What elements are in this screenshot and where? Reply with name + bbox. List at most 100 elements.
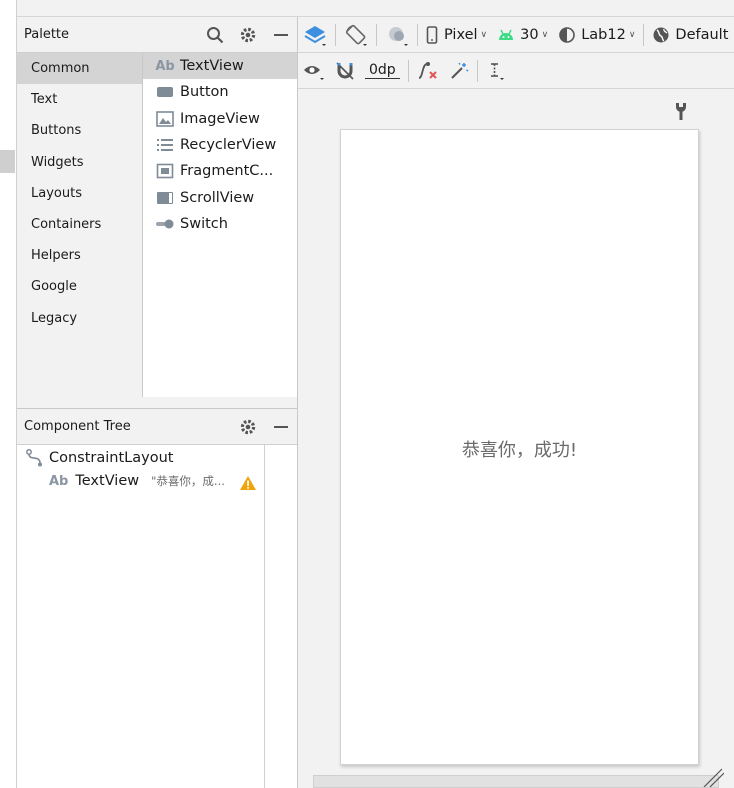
category-common[interactable]: Common [17, 53, 142, 85]
gear-icon[interactable] [231, 418, 264, 436]
autoconnect-toggle[interactable] [330, 53, 360, 88]
tree-node-label: TextView [75, 473, 140, 489]
magic-wand-icon [449, 61, 469, 81]
widget-button[interactable]: Button [143, 79, 297, 105]
widget-label: Button [180, 84, 229, 101]
fragment-icon [155, 163, 175, 179]
palette-widgets: Ab TextView Button ImageView RecyclerVie… [143, 53, 297, 397]
component-tree-divider [264, 445, 265, 788]
left-tool-strip [0, 0, 17, 788]
wrench-icon[interactable] [674, 101, 688, 121]
palette-title: Palette [24, 27, 70, 42]
clear-constraints-button[interactable] [412, 53, 444, 88]
toolbar-separator [417, 23, 418, 46]
category-google[interactable]: Google [17, 271, 142, 302]
orientation-button[interactable] [339, 17, 373, 52]
layers-icon [303, 23, 327, 47]
design-surface-button[interactable] [298, 17, 332, 52]
category-label: Containers [31, 217, 102, 233]
category-layouts[interactable]: Layouts [17, 178, 142, 209]
clear-constraints-icon [417, 61, 439, 81]
view-options-button[interactable] [298, 53, 330, 88]
component-tree-header: Component Tree [17, 409, 297, 445]
search-icon[interactable] [198, 26, 231, 44]
category-label: Layouts [31, 185, 82, 201]
locale-label: Default [675, 26, 729, 43]
warning-icon[interactable] [239, 475, 257, 491]
category-containers[interactable]: Containers [17, 209, 142, 240]
night-mode-button[interactable] [380, 17, 414, 52]
widget-imageview[interactable]: ImageView [143, 106, 297, 132]
component-tree-title: Component Tree [24, 419, 131, 434]
night-mode-icon [385, 23, 409, 47]
tree-node-text-value: "恭喜你，成... [151, 474, 225, 488]
category-label: Common [31, 61, 90, 77]
android-studio-layout-editor: Palette Common Text Buttons Widgets Layo… [0, 0, 734, 788]
device-preview[interactable]: 恭喜你，成功! [340, 129, 699, 765]
theme-label: Lab12 [581, 26, 626, 43]
minimize-icon[interactable] [264, 419, 297, 435]
palette-panel: Palette Common Text Buttons Widgets Layo… [17, 17, 298, 408]
margin-label: 0dp [365, 62, 400, 79]
horizontal-scrollbar[interactable] [313, 775, 719, 788]
design-toolbar: Pixel ∨ 30 ∨ Lab12 ∨ Default [298, 17, 734, 53]
api-level-label: 30 [520, 26, 539, 43]
category-text[interactable]: Text [17, 84, 142, 115]
palette-header: Palette [17, 17, 297, 53]
image-icon [155, 110, 175, 127]
widget-label: RecyclerView [180, 137, 277, 154]
toolbar-separator [407, 59, 409, 82]
magnet-off-icon [335, 61, 355, 81]
widget-label: TextView [180, 58, 244, 75]
widget-label: ImageView [180, 110, 260, 127]
theme-selector[interactable]: Lab12 ∨ [553, 17, 640, 52]
infer-constraints-button[interactable] [444, 53, 474, 88]
palette-categories: Common Text Buttons Widgets Layouts Cont… [17, 53, 143, 397]
toolbar-separator [335, 23, 336, 46]
category-label: Helpers [31, 248, 81, 264]
toolbar-separator [643, 23, 645, 46]
scroll-icon [155, 190, 175, 206]
android-icon [497, 28, 515, 42]
layout-toolbar: 0dp [298, 53, 734, 89]
api-level-selector[interactable]: 30 ∨ [492, 17, 553, 52]
widget-label: Switch [180, 215, 228, 232]
default-margin-selector[interactable]: 0dp [360, 53, 405, 88]
device-selector[interactable]: Pixel ∨ [421, 17, 492, 52]
guidelines-button[interactable] [481, 53, 511, 88]
tree-node-textview[interactable]: Ab TextView "恭喜你，成... [49, 473, 263, 491]
palette-body: Common Text Buttons Widgets Layouts Cont… [17, 53, 297, 397]
chevron-down-icon: ∨ [480, 29, 488, 40]
category-legacy[interactable]: Legacy [17, 303, 142, 334]
widget-switch[interactable]: Switch [143, 211, 297, 237]
tree-node-label: ConstraintLayout [49, 450, 174, 466]
category-buttons[interactable]: Buttons [17, 115, 142, 146]
widget-recyclerview[interactable]: RecyclerView [143, 132, 297, 158]
chevron-down-icon: ∨ [628, 29, 636, 40]
category-helpers[interactable]: Helpers [17, 240, 142, 271]
tree-node-constraintlayout[interactable]: ConstraintLayout [26, 449, 173, 467]
device-label: Pixel [444, 26, 478, 43]
widget-scrollview[interactable]: ScrollView [143, 184, 297, 210]
category-label: Google [31, 279, 77, 295]
category-label: Legacy [31, 310, 78, 326]
editor-tab-strip [17, 0, 734, 17]
widget-fragmentcontainer[interactable]: FragmentC... [143, 158, 297, 184]
ab-text-icon: Ab [49, 473, 69, 489]
preview-textview[interactable]: 恭喜你，成功! [341, 436, 698, 462]
gear-icon[interactable] [231, 26, 264, 44]
theme-icon [558, 26, 576, 44]
ab-text-icon: Ab [155, 58, 175, 74]
design-canvas[interactable]: 恭喜你，成功! [298, 89, 734, 788]
constraint-layout-icon [26, 449, 44, 467]
component-tree-panel: Component Tree ConstraintLayout Ab TextV… [17, 408, 298, 788]
eye-icon [303, 61, 325, 81]
resize-handle-icon[interactable] [702, 767, 724, 787]
locale-selector[interactable]: Default [647, 17, 733, 52]
chevron-down-icon: ∨ [541, 29, 549, 40]
tool-strip-marker[interactable] [0, 150, 15, 173]
category-widgets[interactable]: Widgets [17, 147, 142, 178]
minimize-icon[interactable] [264, 27, 297, 43]
widget-textview[interactable]: Ab TextView [143, 53, 297, 80]
toolbar-separator [476, 59, 478, 82]
